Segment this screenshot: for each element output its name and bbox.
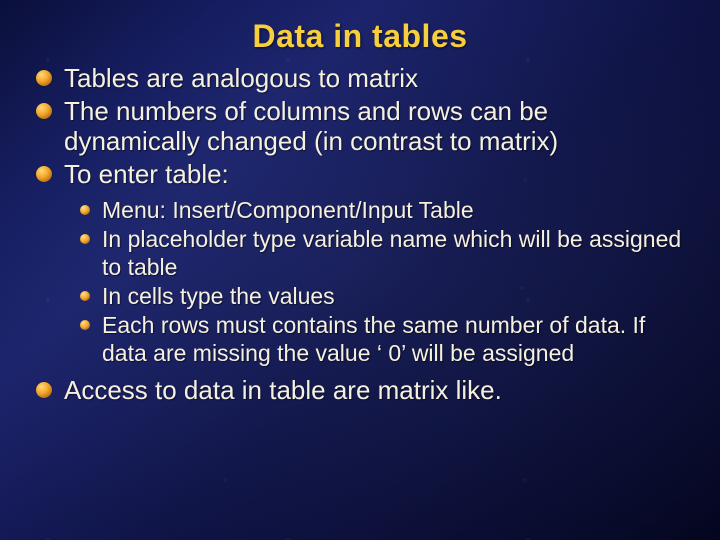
list-item: In placeholder type variable name which … [80,225,690,281]
bullet-list-level1-continued: Access to data in table are matrix like. [30,375,690,406]
bullet-text: Tables are analogous to matrix [64,63,418,93]
slide-title: Data in tables [30,18,690,55]
bullet-text: To enter table: [64,159,229,189]
list-item: Tables are analogous to matrix [36,63,690,94]
list-item: Access to data in table are matrix like. [36,375,690,406]
bullet-text: Menu: Insert/Component/Input Table [102,197,474,223]
list-item: Each rows must contains the same number … [80,311,690,367]
list-item: The numbers of columns and rows can be d… [36,96,690,157]
list-item: To enter table: [36,159,690,190]
list-item: Menu: Insert/Component/Input Table [80,196,690,224]
bullet-text: Access to data in table are matrix like. [64,375,502,405]
bullet-text: In placeholder type variable name which … [102,226,681,280]
bullet-text: Each rows must contains the same number … [102,312,645,366]
list-item: In cells type the values [80,282,690,310]
bullet-text: In cells type the values [102,283,335,309]
bullet-list-level2: Menu: Insert/Component/Input Table In pl… [30,196,690,367]
bullet-text: The numbers of columns and rows can be d… [64,96,558,157]
slide: Data in tables Tables are analogous to m… [0,0,720,540]
bullet-list-level1: Tables are analogous to matrix The numbe… [30,63,690,190]
